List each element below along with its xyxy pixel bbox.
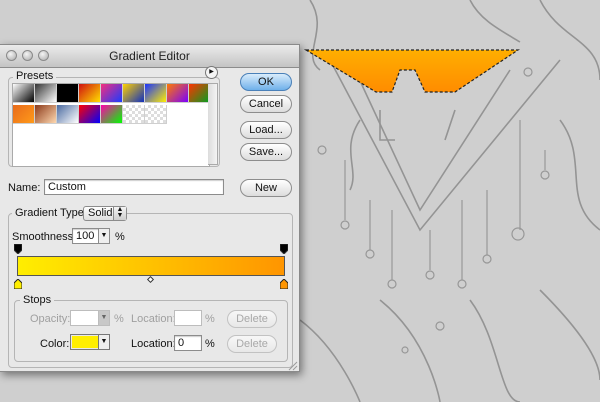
load-button[interactable]: Load... [240,121,292,139]
delete-opacity-stop-button: Delete [227,310,277,328]
color-location-label: Location: [131,338,176,350]
smoothness-label: Smoothness: [12,231,77,243]
presets-swatch-list[interactable] [12,83,211,167]
resize-grip-icon[interactable] [287,360,298,371]
preset-swatch[interactable] [123,84,145,103]
preset-swatch[interactable] [35,105,57,124]
gradient-type-select[interactable]: Solid ▲ ▼ [83,206,127,221]
preset-swatch[interactable] [79,84,101,103]
opacity-location-label: Location: [131,313,176,325]
preset-swatch[interactable] [101,84,123,103]
cancel-button[interactable]: Cancel [240,95,292,113]
color-stop-left[interactable] [13,278,23,290]
gradient-editor-dialog: Gradient Editor Presets ▶ OK Cancel Load… [0,44,300,372]
smoothness-unit: % [115,231,125,243]
preset-swatch[interactable] [13,84,35,103]
opacity-label: Opacity: [30,313,71,325]
dialog-titlebar[interactable]: Gradient Editor [0,45,299,68]
name-label: Name: [8,182,41,194]
new-button[interactable]: New [240,179,292,197]
opacity-stop-right[interactable] [279,243,289,255]
smoothness-input[interactable]: 100 ▼ [72,228,110,244]
opacity-stop-left[interactable] [13,243,23,255]
presets-scrollbar[interactable] [208,83,218,165]
preset-swatch[interactable] [101,105,123,124]
preset-swatch[interactable] [57,105,79,124]
gradient-type-value: Solid [88,207,113,219]
stops-label: Stops [20,294,55,306]
dialog-title: Gradient Editor [109,49,190,63]
preset-swatch[interactable] [79,105,101,124]
preset-swatch[interactable] [123,105,145,124]
smoothness-dropdown-arrow-icon[interactable]: ▼ [98,229,109,243]
preset-swatch[interactable] [145,105,167,124]
presets-label: Presets [13,70,57,82]
ok-button[interactable]: OK [240,73,292,91]
color-location-input[interactable]: 0 [174,335,202,351]
preset-swatch[interactable] [167,84,189,103]
opacity-location-input [174,310,202,326]
gradient-type-label: Gradient Type: [12,207,90,219]
color-swatch[interactable] [72,336,99,348]
color-label: Color: [40,338,70,350]
color-picker[interactable]: ▼ [70,334,110,350]
save-button[interactable]: Save... [240,143,292,161]
name-input[interactable]: Custom [44,179,224,195]
opacity-location-unit: % [205,313,215,325]
opacity-unit: % [114,313,124,325]
preset-swatch[interactable] [57,84,79,103]
preset-swatch[interactable] [145,84,167,103]
presets-menu-arrow-icon[interactable]: ▶ [205,66,218,79]
color-stop-right[interactable] [279,278,289,290]
delete-color-stop-button: Delete [227,335,277,353]
color-location-unit: % [205,338,215,350]
preset-swatch[interactable] [35,84,57,103]
opacity-input: ▼ [70,310,110,326]
preset-swatch[interactable] [13,105,35,124]
gradient-preview-bar[interactable] [17,256,285,276]
updown-arrows-icon: ▲ ▼ [113,206,126,220]
smoothness-value: 100 [76,230,95,242]
color-dropdown-arrow-icon[interactable]: ▼ [98,335,109,349]
opacity-dropdown-arrow-icon: ▼ [98,311,109,325]
